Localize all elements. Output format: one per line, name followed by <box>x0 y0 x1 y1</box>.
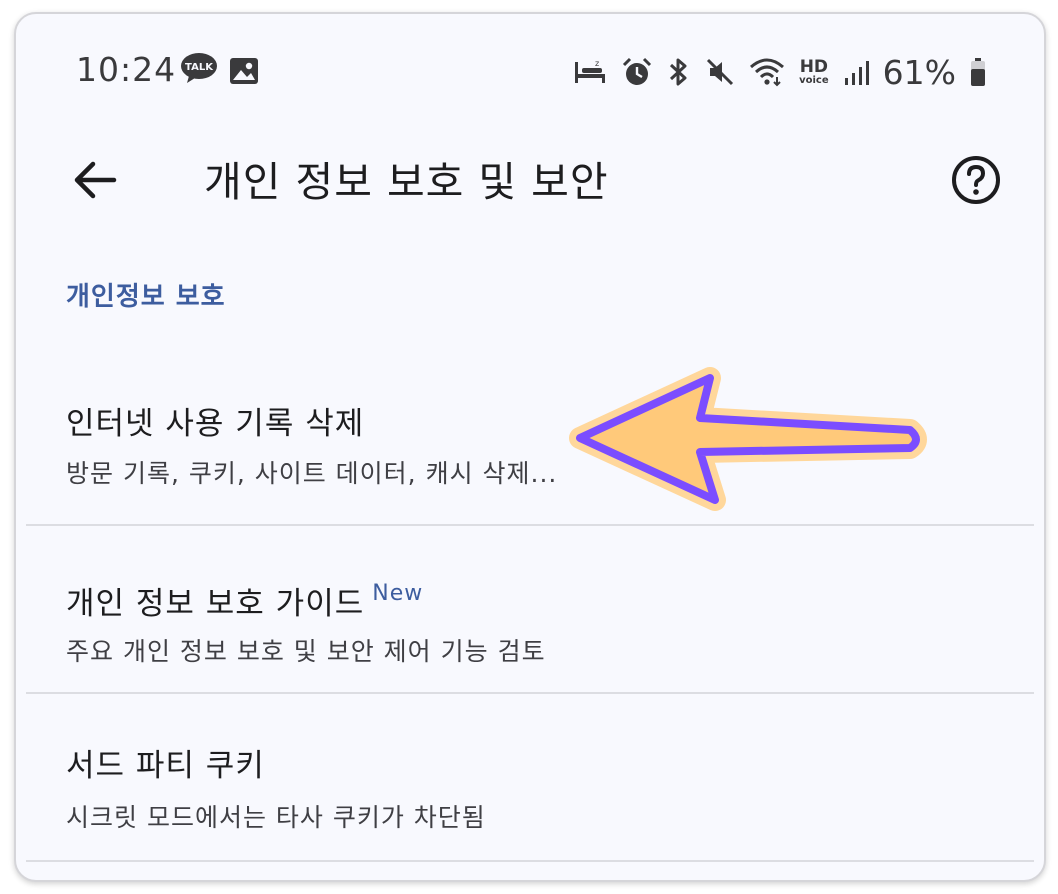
list-item-subtitle: 주요 개인 정보 보호 및 보안 제어 기능 검토 <box>66 637 546 666</box>
sleep-bed-icon: z <box>575 59 606 83</box>
battery-icon <box>971 58 985 86</box>
divider <box>26 860 1034 862</box>
status-icons: z HD voice 61% <box>573 52 986 92</box>
mute-icon <box>707 58 734 86</box>
back-button[interactable] <box>66 152 122 208</box>
svg-text:z: z <box>595 59 599 68</box>
gallery-icon <box>230 58 258 84</box>
help-circle-icon <box>952 156 1000 204</box>
page-title: 개인 정보 보호 및 보안 <box>204 158 609 206</box>
list-item-title: 개인 정보 보호 가이드 New <box>66 578 423 623</box>
kakaotalk-icon: TALK <box>181 53 217 83</box>
list-item-privacy-guide[interactable]: 개인 정보 보호 가이드 New 주요 개인 정보 보호 및 보안 제어 기능 검… <box>26 526 1032 692</box>
list-item-subtitle: 방문 기록, 쿠키, 사이트 데이터, 캐시 삭제... <box>66 459 558 488</box>
talk-label: TALK <box>185 62 214 73</box>
status-bar: 10:24 TALK z HD voice 61% <box>16 14 1044 126</box>
list-item-third-party-cookies[interactable]: 서드 파티 쿠키 시크릿 모드에서는 타사 쿠키가 차단됨 <box>26 694 1032 860</box>
status-time: 10:24 <box>76 50 177 89</box>
section-header-privacy: 개인정보 보호 <box>66 282 226 312</box>
list-item-title: 서드 파티 쿠키 <box>66 748 265 784</box>
bluetooth-icon <box>670 58 687 86</box>
arrow-left-icon <box>74 161 117 199</box>
battery-percent: 61% <box>882 52 956 92</box>
list-item-title-text: 개인 정보 보호 가이드 <box>66 586 365 622</box>
new-badge: New <box>372 581 424 606</box>
help-button[interactable] <box>948 152 1004 208</box>
signal-icon <box>844 61 869 85</box>
list-item-subtitle: 시크릿 모드에서는 타사 쿠키가 차단됨 <box>66 803 486 832</box>
list-item-title: 인터넷 사용 기록 삭제 <box>66 406 365 442</box>
hd-voice-icon: HD voice <box>799 56 829 86</box>
alarm-icon <box>623 57 652 85</box>
phone-screen: 10:24 TALK z HD voice 61% 개인 정보 보호 및 보안 … <box>14 12 1046 882</box>
app-bar: 개인 정보 보호 및 보안 <box>16 126 1044 236</box>
list-item-clear-browsing-data[interactable]: 인터넷 사용 기록 삭제 방문 기록, 쿠키, 사이트 데이터, 캐시 삭제..… <box>26 374 1032 524</box>
wifi-icon <box>750 58 785 87</box>
